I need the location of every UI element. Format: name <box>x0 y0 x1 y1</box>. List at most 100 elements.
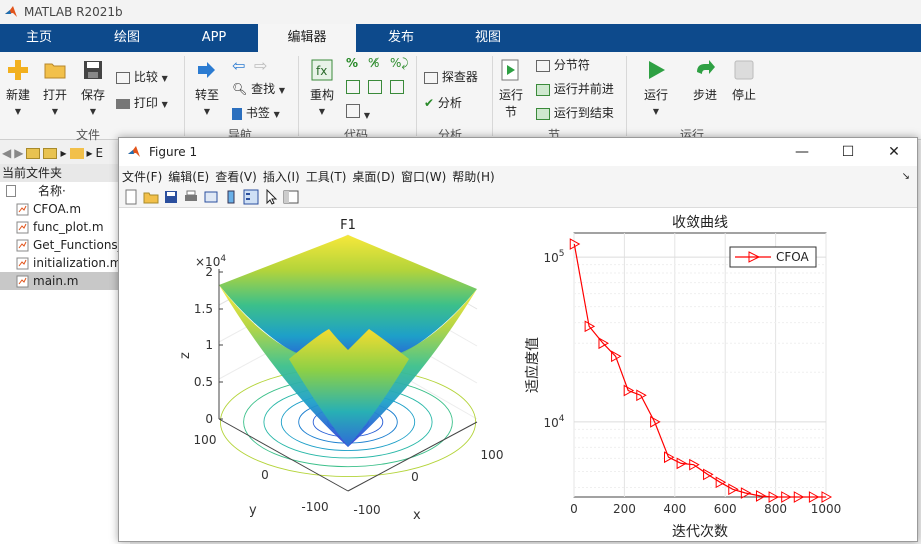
step-button[interactable]: 步进 <box>688 58 722 103</box>
back-nav-icon[interactable]: ◀ <box>2 146 11 160</box>
x-tick-label: 1000 <box>811 502 842 516</box>
section-break-icon <box>536 59 550 72</box>
m-file-icon <box>16 275 29 287</box>
open-button[interactable]: 打开 ▼ <box>40 58 70 117</box>
uncomment-icon[interactable]: %̸ <box>368 56 379 70</box>
stop-square-icon <box>734 60 754 80</box>
stop-button[interactable]: 停止 <box>728 58 760 103</box>
menu-desktop[interactable]: 桌面(D) <box>349 168 398 185</box>
menu-view[interactable]: 查看(V) <box>212 168 260 185</box>
find-button[interactable]: 🔍︎ 查找 ▼ <box>232 80 285 97</box>
open-file-icon[interactable] <box>143 189 159 205</box>
run-to-end-button[interactable]: 运行到结束 <box>536 104 614 121</box>
new-figure-icon[interactable] <box>123 189 139 205</box>
current-folder-panel: 名称· CFOA.m func_plot.m Get_Functions_ initi… <box>0 182 130 544</box>
magnifier-icon: 🔍︎ <box>232 82 248 96</box>
link-plot-icon[interactable] <box>203 189 219 205</box>
y-tick-label: 104 <box>543 414 564 430</box>
print-figure-icon[interactable] <box>183 189 199 205</box>
maximize-button[interactable]: ☐ <box>825 138 871 166</box>
y-tick-label: -100 <box>301 500 328 514</box>
save-disk-icon <box>84 61 102 79</box>
printer-icon <box>116 98 130 109</box>
insert-function-icon[interactable]: ▼ <box>346 104 370 121</box>
save-figure-icon[interactable] <box>163 189 179 205</box>
tab-plots[interactable]: 绘图 <box>94 24 160 52</box>
path-separator-icon: ▸ <box>60 146 67 160</box>
run-advance-button[interactable]: 运行并前进 <box>536 80 614 97</box>
legend-icon[interactable] <box>243 189 259 205</box>
analyze-button[interactable]: ✔ 分析 <box>424 94 462 111</box>
menu-window[interactable]: 窗口(W) <box>398 168 449 185</box>
run-button[interactable]: 运行 ▼ <box>640 58 672 117</box>
file-list-item[interactable]: main.m <box>0 272 130 290</box>
close-button[interactable]: ✕ <box>871 138 917 166</box>
x-tick-label: 100 <box>481 448 504 462</box>
matlab-logo-icon <box>128 146 140 157</box>
file-list-item[interactable]: Get_Functions_ <box>0 236 130 254</box>
m-file-icon <box>16 203 29 215</box>
menu-tools[interactable]: 工具(T) <box>303 168 350 185</box>
x-tick-label: 0 <box>411 470 419 484</box>
svg-text:fx: fx <box>316 64 327 78</box>
refactor-button[interactable]: fx 重构 ▼ <box>306 58 338 117</box>
dock-arrow-icon[interactable]: ↘ <box>899 171 913 182</box>
tab-view[interactable]: 视图 <box>458 24 518 52</box>
goto-button[interactable]: 转至 ▼ <box>192 58 222 117</box>
figure-title: Figure 1 <box>149 145 198 159</box>
m-file-icon <box>16 221 29 233</box>
increase-indent-icon[interactable] <box>390 80 404 97</box>
run-section-button[interactable]: 运行 节 <box>496 58 526 120</box>
bookmark-button[interactable]: 书签 ▼ <box>232 104 280 121</box>
file-list-item[interactable]: initialization.m <box>0 254 130 272</box>
tab-editor[interactable]: 编辑器 <box>258 24 356 52</box>
ribbon-separator <box>626 56 627 136</box>
decrease-indent-icon[interactable] <box>368 80 382 97</box>
pointer-arrow-icon[interactable] <box>263 188 279 205</box>
menu-help[interactable]: 帮助(H) <box>449 168 497 185</box>
forward-nav-icon[interactable]: ▶ <box>14 146 23 160</box>
z-tick-label: 0.5 <box>194 375 213 389</box>
compare-button[interactable]: 比较 ▼ <box>116 68 168 85</box>
back-arrow-icon[interactable]: ⇦ <box>232 56 245 75</box>
smart-indent-icon[interactable] <box>346 80 360 97</box>
inspector-button[interactable]: 探查器 <box>424 68 478 85</box>
file-name: CFOA.m <box>33 202 82 216</box>
ribbon: 新建 ▼ 打开 ▼ 保存 ▼ 比较 ▼ 打印 ▼ 文件 转至 ▼ ⇦ ⇨ 🔍︎ 查找 ▼… <box>0 52 921 142</box>
folder-address-bar: ◀ ▶ ▸ ▸ E <box>0 142 130 164</box>
colorbar-icon[interactable] <box>223 189 239 205</box>
print-button[interactable]: 打印 ▼ <box>116 94 168 111</box>
tab-home[interactable]: 主页 <box>8 24 70 52</box>
menu-file[interactable]: 文件(F) <box>119 168 165 185</box>
save-button[interactable]: 保存 ▼ <box>78 58 108 117</box>
tab-apps[interactable]: APP <box>184 24 244 52</box>
property-inspector-icon[interactable] <box>283 189 299 205</box>
section-break-button[interactable]: 分节符 <box>536 56 590 73</box>
forward-arrow-icon[interactable]: ⇨ <box>254 56 267 75</box>
convergence-x-label: 迭代次数 <box>672 524 728 540</box>
up-folder-icon[interactable] <box>26 147 41 159</box>
surface-axes[interactable]: 00.511.52 ×104 z 1000-100 -1000100 y x F1 <box>178 218 503 523</box>
legend[interactable]: CFOA <box>729 246 817 268</box>
folder-icon <box>69 147 84 159</box>
convergence-axes[interactable]: 0 200 400 600 800 1000 104105 收敛曲线 迭代次数 适应度值 … <box>524 215 841 540</box>
browse-folder-icon[interactable] <box>43 147 58 159</box>
name-column-header[interactable]: 名称· <box>0 182 130 200</box>
path-text[interactable]: E <box>96 146 104 160</box>
file-list-item[interactable]: CFOA.m <box>0 200 130 218</box>
bookmark-icon <box>232 107 242 120</box>
comment-percent-icon[interactable]: % <box>346 56 358 70</box>
menu-edit[interactable]: 编辑(E) <box>165 168 212 185</box>
new-button[interactable]: 新建 ▼ <box>4 58 32 117</box>
group-label-file: 文件 <box>76 128 101 142</box>
convergence-y-ticks: 104 105 <box>543 249 564 430</box>
file-name: main.m <box>33 274 79 288</box>
inspector-icon <box>424 71 438 84</box>
minimize-button[interactable]: — <box>779 138 825 166</box>
x-tick-label: 400 <box>663 502 686 516</box>
menu-insert[interactable]: 插入(I) <box>260 168 303 185</box>
wrap-comment-icon[interactable]: %⤸ <box>390 56 409 71</box>
tab-publish[interactable]: 发布 <box>370 24 432 52</box>
file-list-item[interactable]: func_plot.m <box>0 218 130 236</box>
compare-icon <box>116 71 130 84</box>
